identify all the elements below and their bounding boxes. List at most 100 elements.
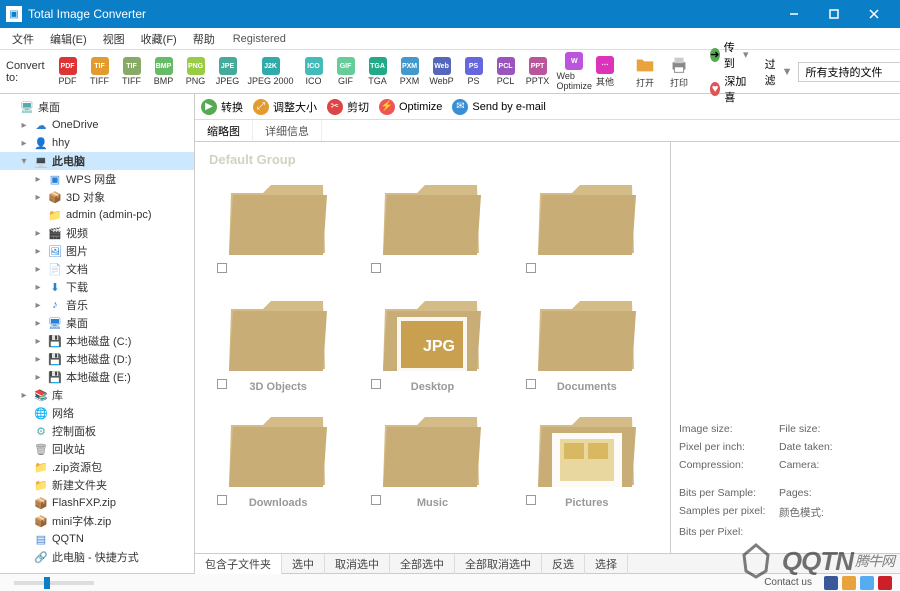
folder-checkbox[interactable] (526, 495, 536, 505)
folder-icon[interactable] (532, 173, 642, 263)
expand-icon[interactable]: ▸ (32, 246, 44, 257)
tree-item[interactable]: ▸⬇下载 (0, 278, 194, 296)
folder-icon[interactable] (223, 173, 333, 263)
expand-icon[interactable]: ▸ (32, 336, 44, 347)
format-webp[interactable]: WebWebP (427, 57, 457, 86)
tree-item[interactable]: 📁.zip资源包 (0, 458, 194, 476)
menu-view[interactable]: 视图 (95, 29, 133, 49)
folder-item[interactable]: Downloads (205, 405, 351, 509)
selection-tab[interactable]: 选中 (282, 554, 325, 574)
tree-item[interactable]: ▾💻此电脑 (0, 152, 194, 170)
tree-item[interactable]: 📁admin (admin-pc) (0, 206, 194, 224)
format-tiff[interactable]: TIFTIFF (85, 57, 115, 86)
folder-icon[interactable]: JPG (377, 289, 487, 379)
expand-icon[interactable]: ▸ (32, 372, 44, 383)
folder-item[interactable] (514, 173, 660, 277)
folder-icon[interactable] (532, 405, 642, 495)
close-button[interactable] (854, 0, 894, 28)
action-optimize[interactable]: ⚡Optimize (379, 99, 442, 115)
format-ps[interactable]: PSPS (459, 57, 489, 86)
print-button[interactable]: 打印 (664, 54, 694, 89)
format-ico[interactable]: ICOICO (299, 57, 329, 86)
expand-icon[interactable]: ▸ (32, 228, 44, 239)
menu-help[interactable]: 帮助 (185, 29, 223, 49)
folder-item[interactable] (205, 173, 351, 277)
format-gif[interactable]: GIFGIF (331, 57, 361, 86)
tree-item[interactable]: 📦FlashFXP.zip (0, 494, 194, 512)
folder-checkbox[interactable] (526, 263, 536, 273)
menu-fav[interactable]: 收藏(F) (133, 29, 185, 49)
folder-tree[interactable]: 🖥桌面▸☁OneDrive▸👤hhy▾💻此电脑▸▣WPS 网盘▸📦3D 对象📁a… (0, 94, 195, 573)
expand-icon[interactable]: ▸ (32, 354, 44, 365)
folder-icon[interactable] (223, 405, 333, 495)
selection-tab[interactable]: 选择 (585, 554, 628, 574)
format-png[interactable]: PNGPNG (181, 57, 211, 86)
expand-icon[interactable]: ▸ (32, 174, 44, 185)
open-button[interactable]: 打开 (630, 54, 660, 89)
tree-item[interactable]: 📦mini字体.zip (0, 512, 194, 530)
expand-icon[interactable]: ▸ (32, 282, 44, 293)
folder-item[interactable]: Music (359, 405, 505, 509)
expand-icon[interactable]: ▸ (32, 192, 44, 203)
folder-checkbox[interactable] (217, 263, 227, 273)
expand-icon[interactable]: ▸ (18, 120, 30, 131)
tree-item[interactable]: ▸💾本地磁盘 (E:) (0, 368, 194, 386)
expand-icon[interactable]: ▸ (32, 300, 44, 311)
tree-item[interactable]: 🖥桌面 (0, 98, 194, 116)
action-send-by-e-mail[interactable]: ✉Send by e-mail (452, 99, 545, 115)
folder-checkbox[interactable] (217, 379, 227, 389)
expand-icon[interactable]: ▸ (32, 264, 44, 275)
tree-item[interactable]: 📁新建文件夹 (0, 476, 194, 494)
selection-tab[interactable]: 全部取消选中 (455, 554, 542, 574)
menu-file[interactable]: 文件 (4, 29, 42, 49)
folder-item[interactable]: JPGDesktop (359, 289, 505, 393)
minimize-button[interactable] (774, 0, 814, 28)
expand-icon[interactable]: ▾ (18, 156, 30, 167)
folder-checkbox[interactable] (371, 495, 381, 505)
tree-item[interactable]: ▸📦3D 对象 (0, 188, 194, 206)
folder-icon[interactable] (223, 289, 333, 379)
format-weboptimize[interactable]: W Web Optimize (557, 52, 593, 91)
format-jpeg[interactable]: JPEJPEG (213, 57, 243, 86)
folder-item[interactable]: 3D Objects (205, 289, 351, 393)
thumbnail-grid-area[interactable]: Default Group 3D ObjectsJPGDesktopDocume… (195, 142, 670, 553)
tree-item[interactable]: ▸🖥桌面 (0, 314, 194, 332)
tree-item[interactable]: 🌐网络 (0, 404, 194, 422)
tree-item[interactable]: ▸👤hhy (0, 134, 194, 152)
format-pxm[interactable]: PXMPXM (395, 57, 425, 86)
selection-tab[interactable]: 全部选中 (390, 554, 455, 574)
folder-icon[interactable] (377, 405, 487, 495)
tab-thumbnail[interactable]: 缩略图 (195, 120, 253, 141)
folder-icon[interactable] (532, 289, 642, 379)
tree-item[interactable]: ▸▣WPS 网盘 (0, 170, 194, 188)
tree-item[interactable]: ▸📄文档 (0, 260, 194, 278)
tree-item[interactable]: ▸☁OneDrive (0, 116, 194, 134)
format-other[interactable]: ⋯ 其他 (596, 56, 614, 88)
tree-item[interactable]: ▸♪音乐 (0, 296, 194, 314)
format-tiff[interactable]: TIFTIFF (117, 57, 147, 86)
tree-item[interactable]: ▸💾本地磁盘 (C:) (0, 332, 194, 350)
tree-item[interactable]: ⚙控制面板 (0, 422, 194, 440)
format-pcl[interactable]: PCLPCL (491, 57, 521, 86)
folder-item[interactable]: Documents (514, 289, 660, 393)
format-jpeg2000[interactable]: J2KJPEG 2000 (245, 57, 297, 86)
selection-tab[interactable]: 反选 (542, 554, 585, 574)
expand-icon[interactable]: ▸ (18, 390, 30, 401)
expand-icon[interactable]: ▸ (32, 318, 44, 329)
format-pptx[interactable]: PPTPPTX (523, 57, 553, 86)
tree-item[interactable]: ▸📚库 (0, 386, 194, 404)
menu-edit[interactable]: 编辑(E) (42, 29, 95, 49)
maximize-button[interactable] (814, 0, 854, 28)
folder-item[interactable]: Pictures (514, 405, 660, 509)
tree-item[interactable]: 🔗此电脑 - 快捷方式 (0, 548, 194, 566)
zoom-slider[interactable] (14, 581, 94, 585)
folder-checkbox[interactable] (217, 495, 227, 505)
folder-icon[interactable] (377, 173, 487, 263)
tab-detail[interactable]: 详细信息 (253, 120, 322, 141)
action-调整大小[interactable]: ⤢调整大小 (253, 99, 317, 115)
tree-item[interactable]: ▸💾本地磁盘 (D:) (0, 350, 194, 368)
selection-tab[interactable]: 包含子文件夹 (195, 554, 282, 574)
format-bmp[interactable]: BMPBMP (149, 57, 179, 86)
folder-checkbox[interactable] (371, 379, 381, 389)
folder-checkbox[interactable] (526, 379, 536, 389)
